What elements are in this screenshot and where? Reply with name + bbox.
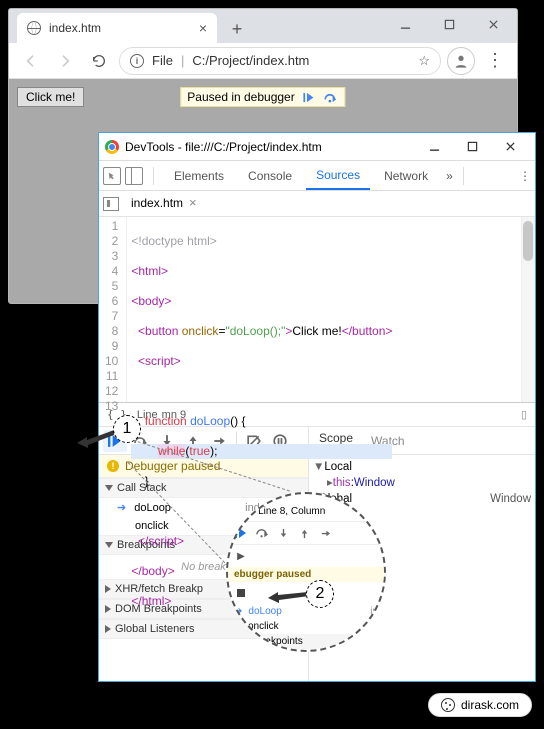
omnibox[interactable]: i File | C:/Project/index.htm ☆	[119, 47, 441, 75]
devtools-title: DevTools - file:///C:/Project/index.htm	[125, 140, 322, 154]
line-gutter[interactable]: 12345678910111213	[99, 217, 127, 402]
zoom-doloop: doLoop	[248, 606, 281, 617]
resume-icon[interactable]	[301, 90, 317, 104]
source-editor[interactable]: 12345678910111213 <!doctype html> <html>…	[99, 217, 535, 403]
dt-close-button[interactable]	[491, 134, 529, 160]
tab-sources[interactable]: Sources	[306, 161, 370, 190]
forward-button[interactable]	[51, 47, 79, 75]
maximize-button[interactable]	[427, 11, 471, 37]
devtools-titlebar: DevTools - file:///C:/Project/index.htm	[99, 133, 535, 161]
browser-menu-button[interactable]: ⋮	[481, 47, 509, 75]
dt-maximize-button[interactable]	[453, 134, 491, 160]
badge-text: dirask.com	[461, 698, 519, 712]
address-bar: i File | C:/Project/index.htm ☆ ⋮	[9, 43, 517, 79]
reload-button[interactable]	[85, 47, 113, 75]
profile-button[interactable]	[447, 47, 475, 75]
navigator-toggle-icon[interactable]	[103, 197, 119, 211]
minimize-button[interactable]	[383, 11, 427, 37]
dt-minimize-button[interactable]	[415, 134, 453, 160]
annotation-1: 1	[113, 415, 141, 443]
browser-tab[interactable]: index.htm ×	[17, 13, 217, 43]
zoom-step-over-icon	[253, 524, 271, 542]
url-prefix: File	[152, 53, 173, 68]
source-badge: dirask.com	[428, 693, 532, 717]
site-info-icon[interactable]: i	[130, 54, 144, 68]
step-over-icon[interactable]	[323, 90, 339, 104]
warning-icon: !	[107, 460, 119, 472]
tab-console[interactable]: Console	[238, 161, 302, 190]
paused-overlay: Paused in debugger	[180, 87, 345, 107]
back-button[interactable]	[17, 47, 45, 75]
file-tab-close-icon[interactable]: ×	[189, 195, 197, 210]
close-window-button[interactable]	[471, 11, 515, 37]
zoom-stop-icon	[232, 584, 250, 602]
annotation-2: 2	[306, 580, 334, 608]
click-me-button[interactable]: Click me!	[17, 87, 84, 107]
close-tab-icon[interactable]: ×	[199, 20, 207, 36]
bookmark-icon[interactable]: ☆	[418, 53, 430, 69]
devtools-tabs: Elements Console Sources Network » ⋮	[99, 161, 535, 191]
file-tab[interactable]: index.htm ×	[127, 191, 201, 216]
file-tab-label: index.htm	[131, 196, 183, 210]
current-frame-icon: ➔	[117, 501, 126, 514]
code-body: <!doctype html> <html> <body> <button on…	[127, 217, 396, 402]
devtools-logo-icon	[105, 140, 119, 154]
url-path: C:/Project/index.htm	[192, 53, 309, 68]
sidebar-toggle-icon[interactable]: ▯	[521, 408, 527, 421]
new-tab-button[interactable]: +	[223, 15, 251, 43]
tab-strip: index.htm × +	[9, 9, 517, 43]
devtools-menu-button[interactable]: ⋮	[519, 169, 531, 183]
editor-scrollbar[interactable]	[521, 217, 535, 402]
zoom-banner: ebugger paused	[228, 567, 384, 582]
cookie-icon	[441, 698, 455, 712]
tab-title: index.htm	[49, 21, 101, 35]
paused-text: Paused in debugger	[187, 90, 294, 104]
device-mode-icon[interactable]	[125, 167, 143, 185]
tab-elements[interactable]: Elements	[164, 161, 234, 190]
zoom-onclick: onclick	[248, 621, 279, 632]
tabs-overflow-icon[interactable]: »	[446, 169, 453, 183]
inspect-icon[interactable]	[103, 167, 121, 185]
tab-network[interactable]: Network	[374, 161, 438, 190]
globe-icon	[27, 21, 41, 35]
zoom-status: Line 8, Column	[258, 506, 325, 517]
zoom-callout: { }Line 8, Column ▶ ebugger paused ➔doLo…	[226, 492, 386, 652]
file-tabs: index.htm ×	[99, 191, 535, 217]
scope-global-val: Window	[490, 491, 531, 507]
